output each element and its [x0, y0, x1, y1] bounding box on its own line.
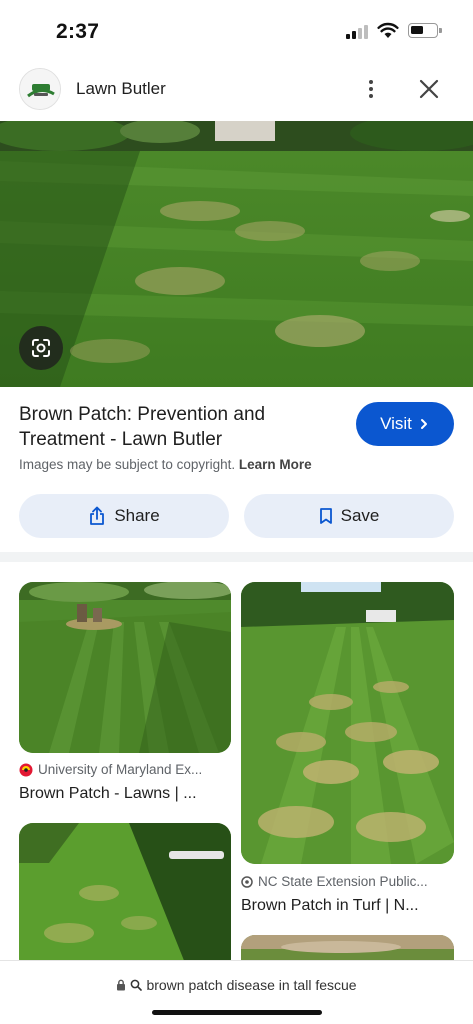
site-name[interactable]: Lawn Butler: [76, 79, 166, 99]
result-title[interactable]: Brown Patch: Prevention and Treatment - …: [19, 402, 339, 452]
visit-label: Visit: [380, 414, 412, 433]
related-source[interactable]: NC State Extension Public...: [241, 874, 428, 889]
related-source-label: University of Maryland Ex...: [38, 762, 203, 777]
copyright-text: Images may be subject to copyright.: [19, 457, 236, 472]
related-image[interactable]: [19, 823, 231, 973]
status-time: 2:37: [56, 20, 100, 43]
related-title[interactable]: Brown Patch - Lawns | ...: [19, 785, 197, 803]
result-image[interactable]: [0, 121, 473, 387]
section-divider: [0, 552, 473, 562]
copyright-notice: Images may be subject to copyright. Lear…: [19, 457, 312, 472]
lens-search-button[interactable]: [19, 326, 63, 370]
related-title[interactable]: Brown Patch in Turf | N...: [241, 897, 419, 915]
save-button[interactable]: Save: [244, 494, 454, 538]
related-source[interactable]: University of Maryland Ex...: [19, 762, 202, 777]
wifi-icon: [377, 22, 399, 38]
visit-button[interactable]: Visit: [356, 402, 454, 446]
lock-icon: [117, 979, 126, 991]
lens-icon: [32, 339, 50, 357]
search-query-text: brown patch disease in tall fescue: [146, 977, 357, 993]
save-label: Save: [340, 506, 380, 525]
close-icon[interactable]: [414, 74, 444, 104]
status-bar: 2:37: [0, 0, 473, 60]
learn-more-link[interactable]: Learn More: [239, 457, 312, 472]
bottom-search-bar: brown patch disease in tall fescue: [0, 960, 473, 1024]
cellular-signal-icon: [346, 24, 370, 39]
related-image[interactable]: [19, 582, 231, 753]
battery-icon: [408, 23, 442, 38]
share-icon: [90, 506, 105, 525]
site-logo: [19, 68, 61, 110]
related-image[interactable]: [241, 582, 454, 864]
bookmark-icon: [319, 508, 332, 524]
chevron-right-icon: [420, 419, 427, 429]
search-query[interactable]: brown patch disease in tall fescue: [0, 977, 473, 993]
more-options-button[interactable]: [356, 74, 386, 104]
umd-favicon-icon: [19, 763, 33, 776]
share-button[interactable]: Share: [19, 494, 229, 538]
related-source-label: NC State Extension Public...: [258, 874, 428, 889]
result-header: Lawn Butler: [0, 62, 473, 116]
ncsu-favicon-icon: [241, 875, 253, 888]
home-indicator[interactable]: [152, 1010, 322, 1015]
share-label: Share: [114, 506, 160, 525]
search-icon: [131, 979, 143, 991]
